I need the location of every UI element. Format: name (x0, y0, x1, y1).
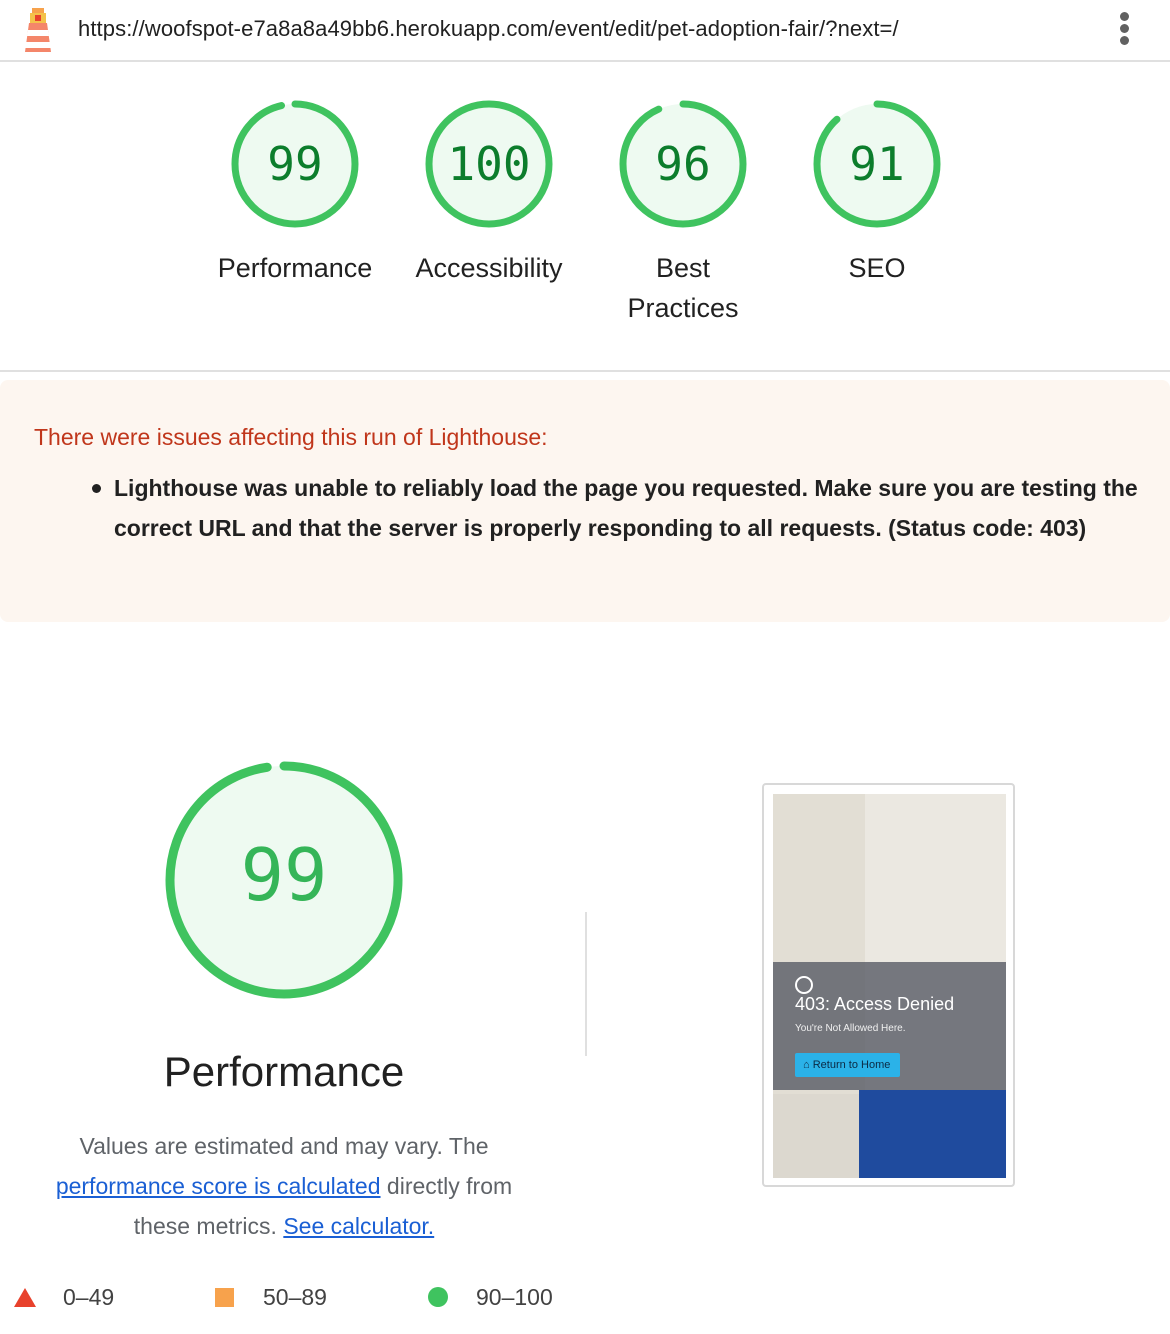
performance-score: 99 (241, 833, 328, 917)
gauge-ring: 99 (231, 100, 359, 228)
gauge-score: 91 (849, 137, 904, 191)
warning-title: There were issues affecting this run of … (34, 424, 548, 450)
run-warnings: There were issues affecting this run of … (0, 380, 1170, 622)
gauge-ring: 100 (425, 100, 553, 228)
legend-range: 90–100 (476, 1284, 553, 1310)
performance-gauge-ring: 99 (165, 761, 403, 999)
gauge-label: SEO (848, 253, 906, 283)
gauge-best-practices[interactable]: 96 Best Practices (586, 98, 780, 328)
gauge-score: 99 (267, 137, 322, 191)
gauge-label: Performance (217, 253, 373, 283)
score-calculated-link[interactable]: performance score is calculated (56, 1173, 381, 1199)
see-calculator-link[interactable]: See calculator. (283, 1213, 434, 1239)
legend-range: 50–89 (263, 1284, 327, 1310)
triangle-icon (14, 1288, 36, 1307)
score-legend: 0–49 50–89 90–100 (0, 1280, 1170, 1320)
return-home-button: ⌂ Return to Home (795, 1053, 901, 1077)
gauge-seo[interactable]: 91 SEO (780, 98, 974, 288)
gauge-performance[interactable]: 99 Performance (198, 98, 392, 288)
square-icon (215, 1288, 234, 1307)
url-text[interactable]: https://woofspot-e7a8a8a49bb6.herokuapp.… (78, 16, 899, 42)
error-heading: 403: Access Denied (795, 994, 955, 1014)
gauge-label: Accessibility (415, 253, 563, 283)
address-bar: https://woofspot-e7a8a8a49bb6.herokuapp.… (0, 0, 1170, 62)
performance-title: Performance (163, 1048, 405, 1095)
final-screenshot[interactable]: 403: Access Denied You're Not Allowed He… (762, 783, 1015, 1187)
performance-gauge: 99 (162, 758, 406, 1002)
desc-text: Values are estimated and may vary. The (79, 1133, 489, 1159)
warning-item-text: Lighthouse was unable to reliably load t… (114, 475, 1138, 541)
gauge-label: Best Practices (627, 253, 739, 323)
gauge-ring: 96 (619, 100, 747, 228)
gauge-accessibility[interactable]: 100 Accessibility (392, 98, 586, 288)
lighthouse-logo-icon (20, 6, 56, 54)
bullet-icon (92, 484, 101, 493)
more-vert-icon[interactable] (1112, 12, 1136, 48)
performance-description: Values are estimated and may vary. The p… (34, 1126, 534, 1246)
vertical-divider (585, 912, 587, 1056)
warning-item: Lighthouse was unable to reliably load t… (86, 468, 1146, 548)
gauge-score: 96 (655, 137, 710, 191)
legend-range: 0–49 (63, 1284, 115, 1310)
screenshot-image: 403: Access Denied You're Not Allowed He… (773, 794, 1006, 1178)
gauge-score: 100 (447, 137, 530, 191)
logo-icon (795, 976, 813, 994)
error-subtext: You're Not Allowed Here. (795, 1023, 906, 1034)
circle-icon (428, 1287, 448, 1307)
gauge-ring: 91 (813, 100, 941, 228)
category-gauges: 99 Performance 100 Accessibility 96 Best… (0, 62, 1170, 372)
warning-list: Lighthouse was unable to reliably load t… (86, 468, 1146, 548)
